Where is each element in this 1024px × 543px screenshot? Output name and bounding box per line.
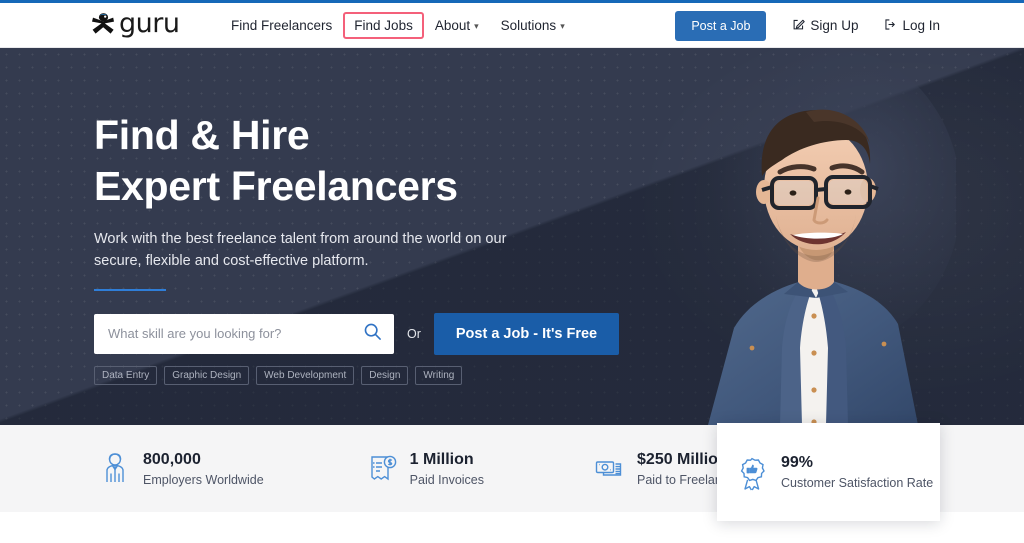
hero-heading-line1: Find & Hire xyxy=(94,112,310,158)
pencil-square-icon xyxy=(792,18,806,34)
search-box[interactable] xyxy=(94,313,394,354)
nav-label: Find Freelancers xyxy=(231,18,333,33)
login-arrow-icon xyxy=(884,18,897,34)
stat-value: 800,000 xyxy=(143,450,201,468)
stat-employers: 800,000 Employers Worldwide xyxy=(100,450,264,488)
chip-design[interactable]: Design xyxy=(361,365,409,385)
hero-heading-line2: Expert Freelancers xyxy=(94,162,458,209)
employer-person-icon xyxy=(100,452,130,484)
hero-photo xyxy=(656,48,956,425)
search-icon[interactable] xyxy=(363,322,382,346)
sign-up-label: Sign Up xyxy=(810,18,859,33)
guru-stickman-logo-icon xyxy=(90,12,116,36)
primary-nav: Find Freelancers Find Jobs About ▾ Solut… xyxy=(220,3,576,48)
card-label: Customer Satisfaction Rate xyxy=(781,476,934,490)
nav-item-about[interactable]: About ▾ xyxy=(424,12,490,39)
post-a-job-button[interactable]: Post a Job xyxy=(675,10,767,41)
card-value: 99% xyxy=(781,454,814,471)
page-root: guru Find Freelancers Find Jobs About ▾ … xyxy=(0,0,1024,543)
suggested-skill-chips: Data Entry Graphic Design Web Developmen… xyxy=(94,365,654,385)
stat-text: 1 Million Paid Invoices xyxy=(410,450,484,488)
logo-wordmark: guru xyxy=(119,8,180,39)
nav-label: About xyxy=(434,18,471,33)
cash-stack-icon xyxy=(594,452,624,484)
log-in-link[interactable]: Log In xyxy=(884,18,940,34)
chip-web-development[interactable]: Web Development xyxy=(256,365,355,385)
nav-item-find-freelancers[interactable]: Find Freelancers xyxy=(220,12,343,39)
hero-accent-divider xyxy=(94,288,166,291)
hero-content: Find & Hire Expert Freelancers Work with… xyxy=(94,110,654,385)
post-a-job-free-button[interactable]: Post a Job - It's Free xyxy=(433,312,620,355)
stat-label: Paid Invoices xyxy=(409,473,485,488)
nav-label: Solutions xyxy=(500,18,557,33)
hero-search-row: Or Post a Job - It's Free xyxy=(94,312,654,355)
hero-subheading: Work with the best freelance talent from… xyxy=(94,230,507,270)
site-header: guru Find Freelancers Find Jobs About ▾ … xyxy=(0,3,1024,48)
award-thumbsup-icon xyxy=(737,456,767,491)
chip-writing[interactable]: Writing xyxy=(415,365,463,385)
stat-paid-invoices: 1 Million Paid Invoices xyxy=(367,450,484,488)
stat-value: 1 Million xyxy=(409,450,474,468)
nav-item-find-jobs[interactable]: Find Jobs xyxy=(343,12,424,39)
satisfaction-card: 99% Customer Satisfaction Rate xyxy=(717,423,940,521)
or-separator-label: Or xyxy=(407,326,421,341)
chevron-down-icon: ▾ xyxy=(560,21,565,31)
nav-label: Find Jobs xyxy=(354,18,413,33)
nav-item-solutions[interactable]: Solutions ▾ xyxy=(490,12,576,39)
hero-section: Find & Hire Expert Freelancers Work with… xyxy=(0,48,1024,425)
card-text: 99% Customer Satisfaction Rate xyxy=(781,454,933,490)
chevron-down-icon: ▾ xyxy=(474,21,479,31)
search-input[interactable] xyxy=(108,326,363,342)
stat-value: $250 Million xyxy=(637,450,728,468)
sign-up-link[interactable]: Sign Up xyxy=(792,18,858,34)
guru-logo[interactable]: guru xyxy=(90,8,180,39)
chip-graphic-design[interactable]: Graphic Design xyxy=(164,365,250,385)
chip-data-entry[interactable]: Data Entry xyxy=(94,365,158,385)
invoice-dollar-icon xyxy=(367,452,397,484)
log-in-label: Log In xyxy=(902,18,940,33)
stat-label: Employers Worldwide xyxy=(143,473,264,488)
stat-text: 800,000 Employers Worldwide xyxy=(143,450,264,488)
header-actions: Post a Job Sign Up Log In xyxy=(675,3,940,48)
